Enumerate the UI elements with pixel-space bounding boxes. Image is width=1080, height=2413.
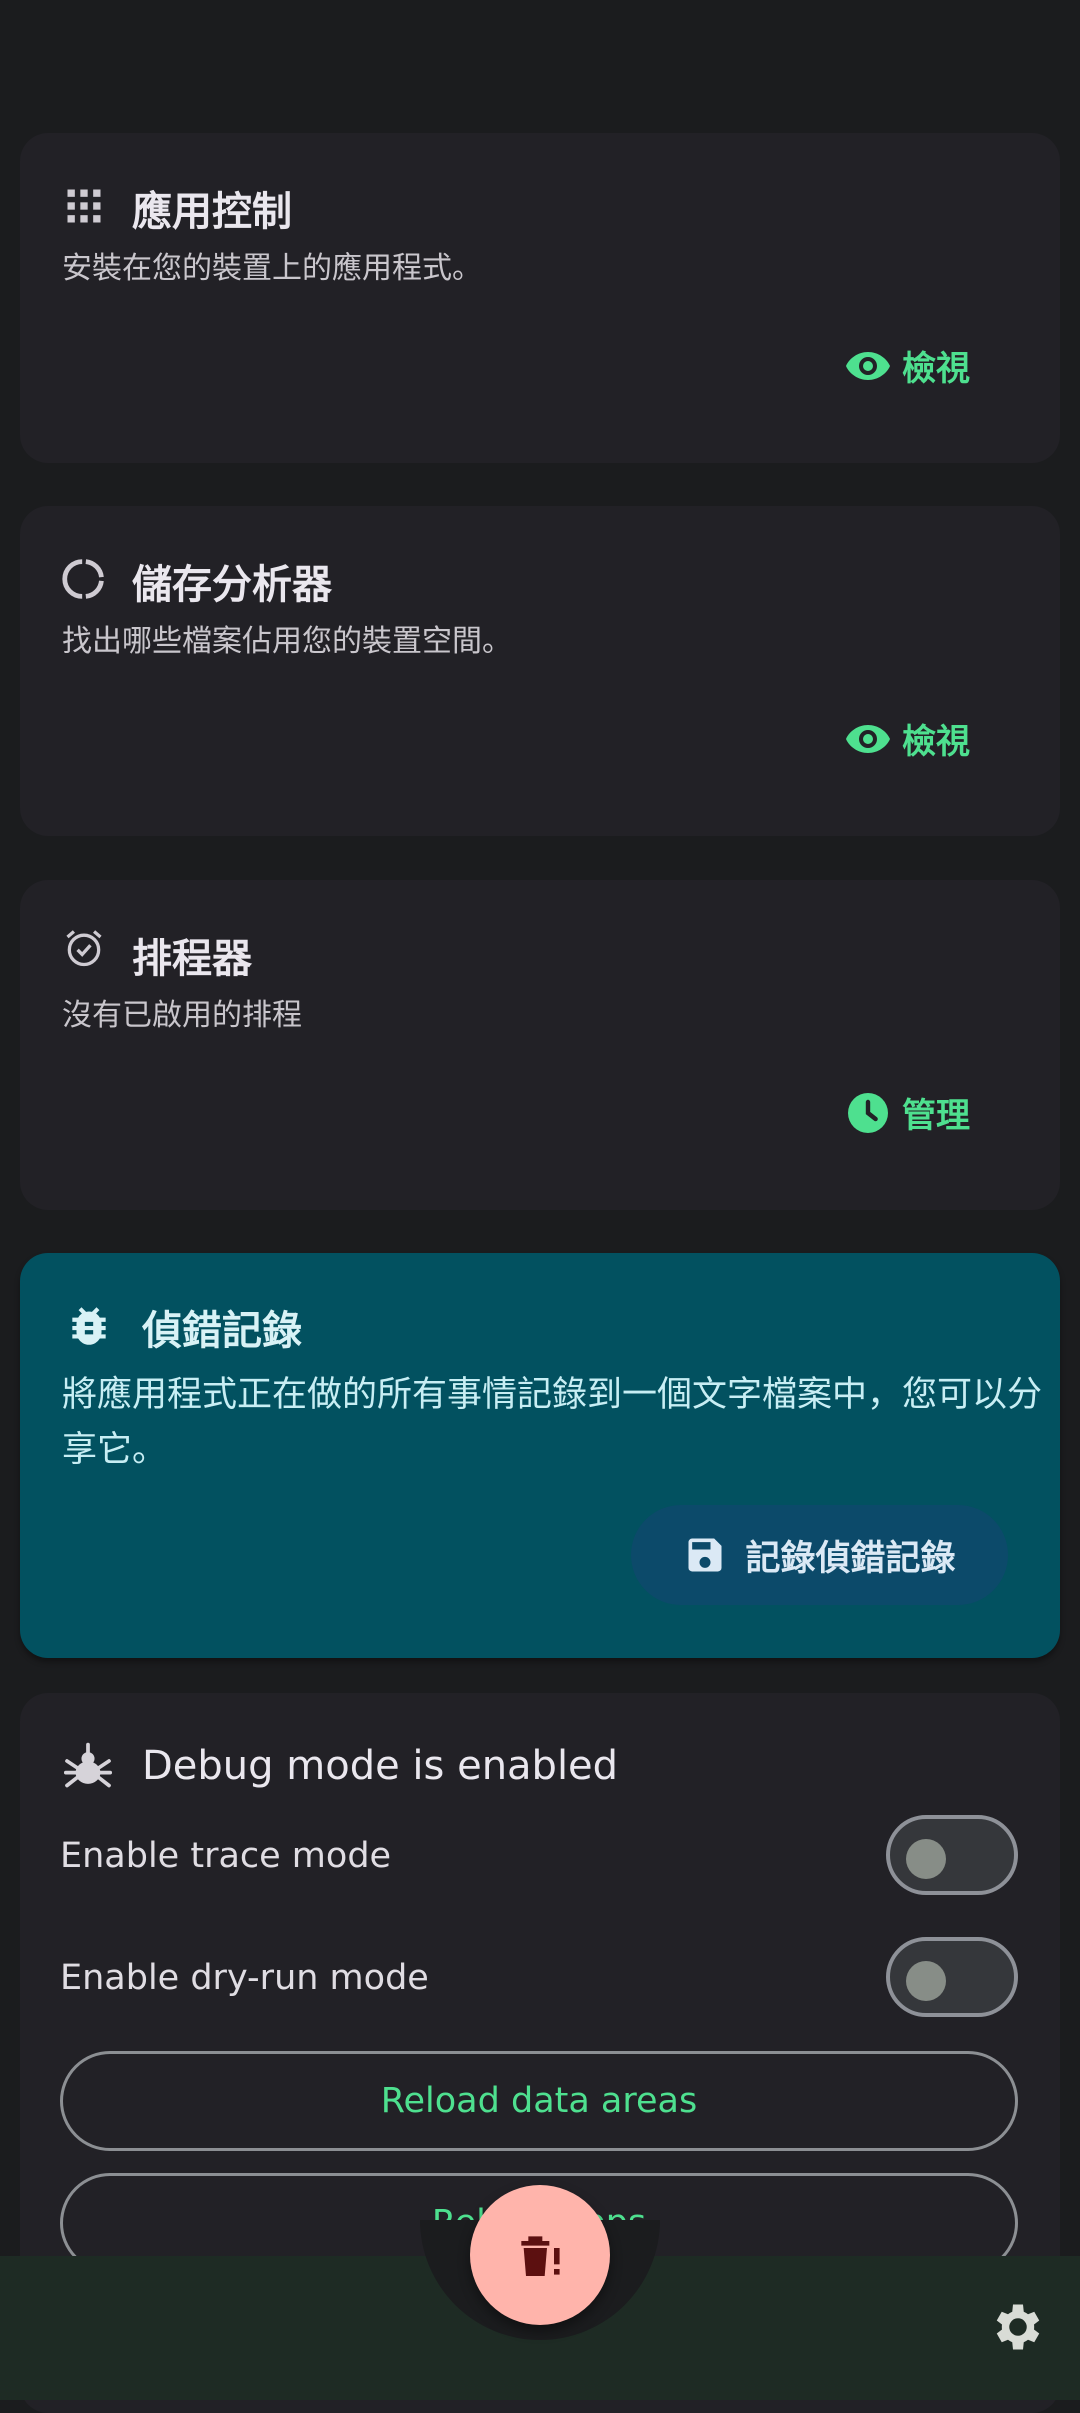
app-control-card: 應用控制 安裝在您的裝置上的應用程式。 檢視 — [20, 133, 1060, 463]
storage-analyzer-card: 儲存分析器 找出哪些檔案佔用您的裝置空間。 檢視 — [20, 506, 1060, 836]
delete-fab[interactable] — [470, 2185, 610, 2325]
trace-mode-switch-knob — [906, 1839, 946, 1879]
storage-analyzer-view-label: 檢視 — [902, 722, 970, 762]
app-control-title: 應用控制 — [132, 189, 292, 235]
dry-run-mode-switch[interactable] — [886, 1937, 1018, 2017]
donut-chart-icon — [62, 559, 104, 599]
apps-grid-icon — [67, 189, 101, 223]
alarm-check-icon — [66, 930, 102, 967]
app-control-view-button[interactable]: 檢視 — [844, 341, 970, 390]
scheduler-card: 排程器 沒有已啟用的排程 管理 — [20, 880, 1060, 1210]
eye-icon — [846, 724, 890, 753]
scheduler-manage-button[interactable]: 管理 — [844, 1088, 970, 1137]
storage-analyzer-title: 儲存分析器 — [132, 562, 332, 608]
app-control-description: 安裝在您的裝置上的應用程式。 — [62, 251, 482, 286]
bug-icon — [72, 1307, 106, 1345]
scheduler-description: 沒有已啟用的排程 — [62, 998, 302, 1033]
debug-mode-title: Debug mode is enabled — [142, 1743, 619, 1789]
app-control-view-label: 檢視 — [902, 349, 970, 389]
record-debug-log-button[interactable]: 記錄偵錯記錄 — [631, 1505, 1008, 1605]
record-debug-log-label: 記錄偵錯記錄 — [745, 1538, 956, 1579]
debug-log-card: 偵錯記錄 將應用程式正在做的所有事情記錄到一個文字檔案中，您可以分享它。 記錄偵… — [20, 1253, 1060, 1658]
gear-icon[interactable] — [988, 2297, 1048, 2357]
trace-mode-switch[interactable] — [886, 1815, 1018, 1895]
trace-mode-label: Enable trace mode — [60, 1836, 392, 1876]
delete-warning-icon — [521, 2236, 560, 2276]
dry-run-mode-label: Enable dry-run mode — [60, 1958, 429, 1998]
eye-icon — [846, 351, 890, 380]
scheduler-title: 排程器 — [132, 936, 252, 982]
storage-analyzer-description: 找出哪些檔案佔用您的裝置空間。 — [62, 624, 512, 659]
dry-run-mode-switch-knob — [906, 1961, 946, 2001]
storage-analyzer-view-button[interactable]: 檢視 — [844, 714, 970, 763]
scheduler-manage-label: 管理 — [902, 1096, 970, 1136]
spider-icon — [63, 1742, 113, 1788]
reload-data-areas-button[interactable]: Reload data areas — [60, 2051, 1018, 2151]
clock-icon — [848, 1092, 888, 1133]
save-icon — [688, 1538, 722, 1572]
debug-log-title: 偵錯記錄 — [142, 1308, 302, 1354]
debug-log-description: 將應用程式正在做的所有事情記錄到一個文字檔案中，您可以分享它。 — [62, 1375, 1043, 1470]
